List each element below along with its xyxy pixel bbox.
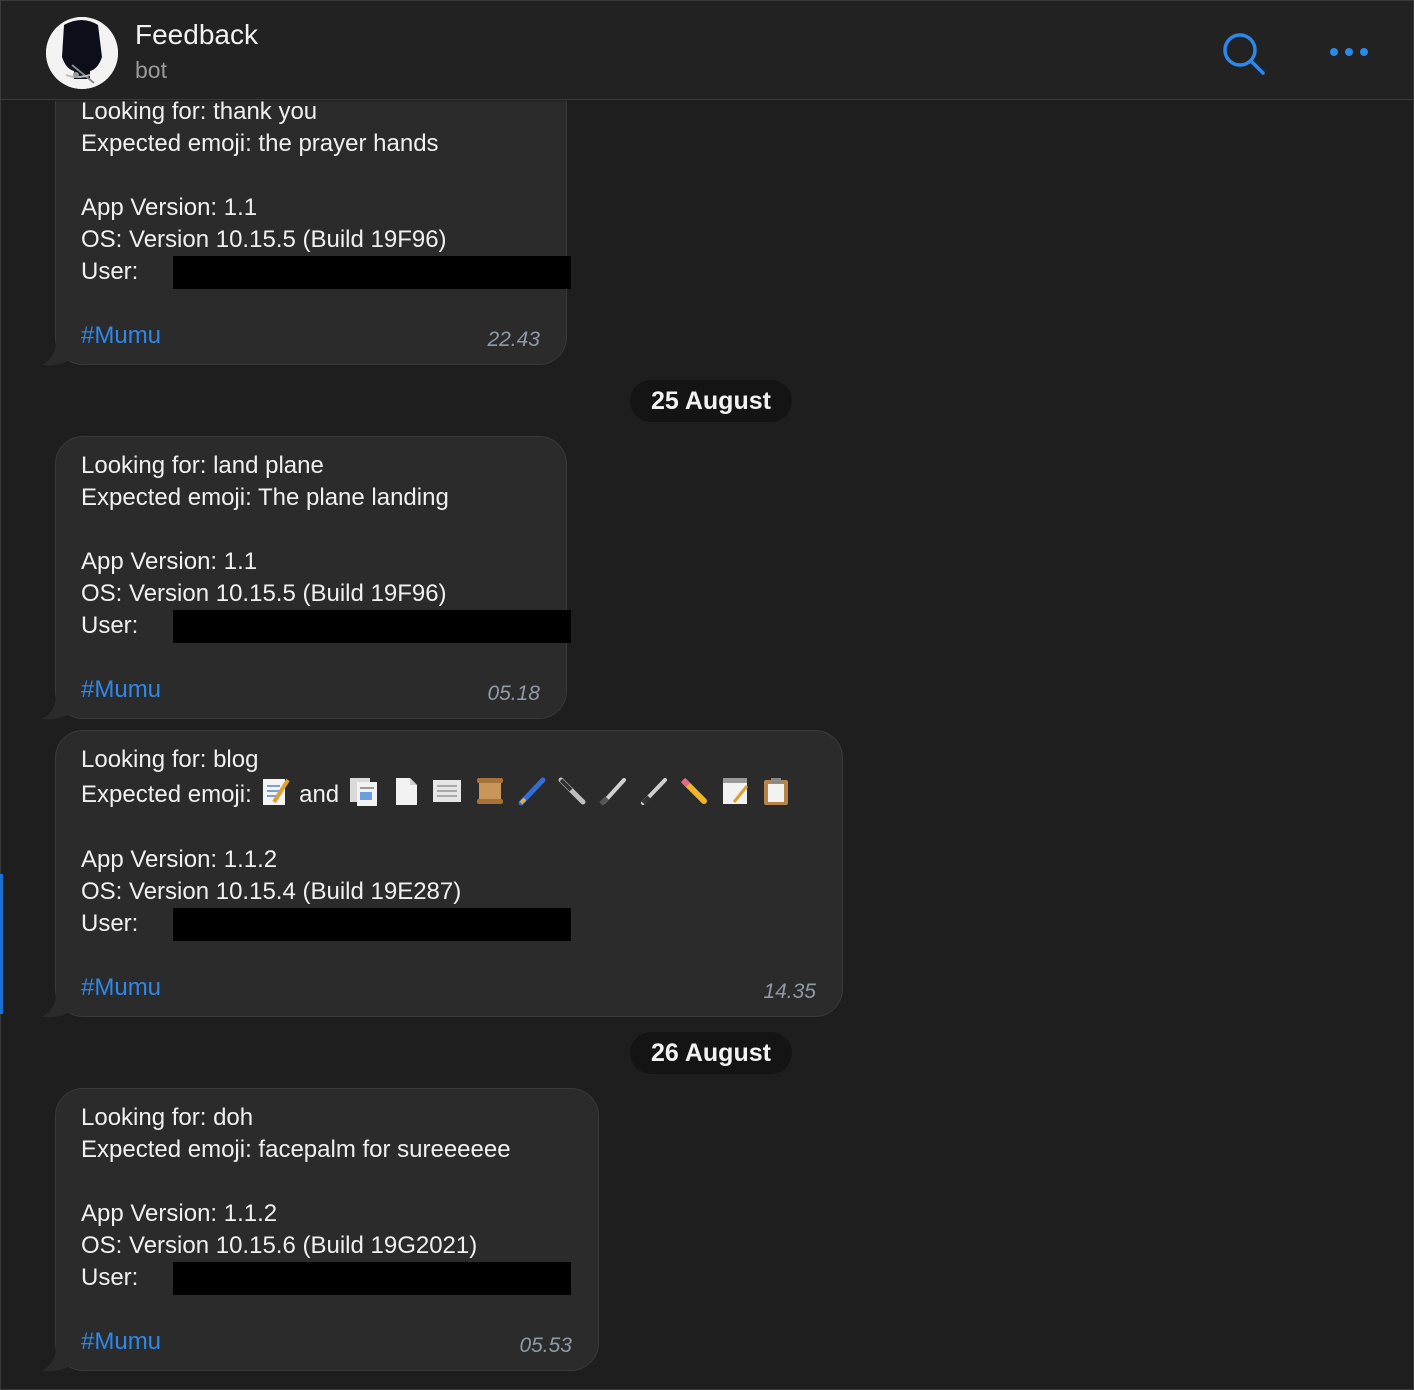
message-text: Expected emoji: facepalm for sureeeeee — [81, 1136, 511, 1163]
avatar[interactable] — [46, 17, 118, 89]
pen-icon — [639, 776, 669, 815]
emoji-line: Expected emoji: and — [81, 776, 793, 815]
message-text: User: — [81, 1264, 139, 1291]
message-text: and — [299, 780, 340, 808]
message-text: Looking for: blog — [81, 746, 259, 773]
message-text: User: — [81, 258, 139, 285]
message-bubble[interactable]: Looking for: land plane Expected emoji: … — [55, 436, 571, 719]
redacted-user — [173, 1262, 571, 1295]
message-time: 05.18 — [487, 682, 540, 705]
message-time: 05.53 — [519, 1334, 572, 1357]
selection-indicator — [0, 874, 3, 1014]
redacted-user — [173, 256, 571, 289]
message-text: User: — [81, 910, 139, 937]
more-options-icon[interactable] — [1327, 37, 1371, 67]
message-bubble[interactable]: Looking for: doh Expected emoji: facepal… — [55, 1088, 599, 1371]
message-text: OS: Version 10.15.5 (Build 19F96) — [81, 226, 447, 253]
hashtag-link[interactable]: #Mumu — [81, 320, 161, 352]
message-text: OS: Version 10.15.5 (Build 19F96) — [81, 580, 447, 607]
user-line: User: — [81, 1262, 571, 1295]
message-time: 14.35 — [763, 980, 816, 1003]
scroll-icon — [474, 776, 506, 815]
memo-icon — [260, 776, 291, 815]
message-text: App Version: 1.1 — [81, 548, 258, 575]
message-text: App Version: 1.1.2 — [81, 1200, 278, 1227]
user-line: User: — [81, 908, 571, 941]
paintbrush-icon — [598, 776, 628, 815]
message-text: Looking for: land plane — [81, 452, 324, 479]
bubble-tail — [42, 695, 72, 720]
notepad-icon — [720, 776, 750, 815]
bubble-tail — [42, 341, 72, 366]
bubble-tail — [42, 993, 72, 1018]
user-line: User: — [81, 256, 571, 289]
pencil-icon — [679, 776, 709, 815]
chat-subtitle: bot — [135, 57, 167, 83]
message-text: Looking for: thank you — [81, 101, 318, 125]
search-icon[interactable] — [1221, 31, 1267, 77]
message-text: Expected emoji: The plane landing — [81, 484, 449, 511]
message-bubble[interactable]: Looking for: thank you Expected emoji: t… — [55, 101, 571, 365]
message-text: OS: Version 10.15.4 (Build 19E287) — [81, 878, 462, 905]
message-text: Expected emoji: — [81, 780, 252, 808]
clipboard-icon — [761, 776, 791, 815]
message-text: App Version: 1.1 — [81, 194, 258, 221]
date-separator: 25 August — [630, 380, 792, 422]
message-list[interactable]: Looking for: thank you Expected emoji: t… — [0, 101, 1414, 1390]
user-line: User: — [81, 610, 571, 643]
redacted-user — [173, 908, 571, 941]
chat-header: Feedback bot — [1, 1, 1413, 100]
message-text: App Version: 1.1.2 — [81, 846, 278, 873]
chat-title: Feedback — [135, 19, 258, 50]
hashtag-link[interactable]: #Mumu — [81, 1326, 161, 1358]
message-text: Expected emoji: the prayer hands — [81, 130, 439, 157]
newspaper-icon — [431, 776, 463, 815]
redacted-user — [173, 610, 571, 643]
pen-icon — [517, 776, 547, 815]
message-text: Looking for: doh — [81, 1104, 254, 1131]
page-icon — [391, 776, 421, 815]
page-facing-up-icon — [348, 776, 380, 815]
fountain-pen-icon — [557, 776, 587, 815]
message-time: 22.43 — [487, 328, 540, 351]
date-separator: 26 August — [630, 1032, 792, 1074]
hashtag-link[interactable]: #Mumu — [81, 972, 161, 1004]
message-text: OS: Version 10.15.6 (Build 19G2021) — [81, 1232, 478, 1259]
message-bubble[interactable]: Looking for: blog Expected emoji: and Ap… — [55, 730, 843, 1017]
hashtag-link[interactable]: #Mumu — [81, 674, 161, 706]
bubble-tail — [42, 1347, 72, 1372]
message-text: User: — [81, 612, 139, 639]
